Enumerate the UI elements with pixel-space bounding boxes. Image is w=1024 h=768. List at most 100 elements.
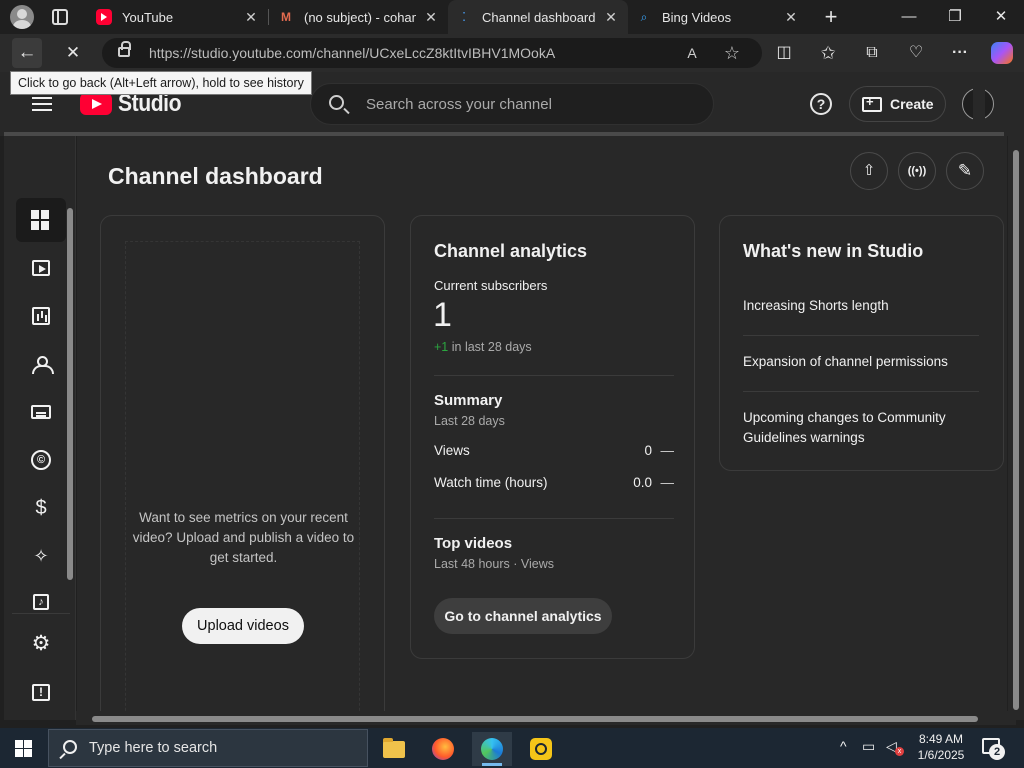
nav-item-content[interactable] — [16, 246, 66, 290]
favorite-star-icon[interactable]: ☆ — [720, 41, 744, 65]
horizontal-scrollbar[interactable] — [92, 716, 978, 722]
tab-youtube[interactable]: YouTube ✕ — [88, 0, 268, 34]
metric-trend: — — [660, 475, 675, 490]
nav-item-feedback[interactable]: ! — [16, 670, 66, 714]
more-menu-icon[interactable]: ··· — [945, 38, 975, 68]
browser-essentials-icon[interactable]: ♡ — [901, 38, 931, 68]
tab-close-icon[interactable]: ✕ — [242, 9, 260, 26]
upload-icon[interactable]: ⇧ — [850, 152, 888, 190]
news-item[interactable]: Upcoming changes to Community Guidelines… — [743, 408, 983, 448]
summary-period: Last 28 days — [434, 414, 505, 428]
tab-close-icon[interactable]: ✕ — [422, 9, 440, 26]
nav-item-analytics[interactable] — [16, 294, 66, 338]
mute-icon: x — [895, 747, 904, 756]
notification-count: 2 — [989, 744, 1005, 760]
card-title: Channel analytics — [434, 241, 588, 261]
tab-gmail[interactable]: M (no subject) - cohamm ✕ — [270, 0, 448, 34]
youtube-favicon-icon — [96, 9, 112, 25]
edge-app[interactable] — [472, 732, 512, 766]
subtitles-icon — [31, 405, 51, 419]
maximize-button[interactable]: ❐ — [932, 0, 978, 34]
taskbar-search-input[interactable]: Type here to search — [89, 740, 217, 756]
divider — [434, 375, 674, 376]
page-scrollbar[interactable] — [1013, 150, 1019, 710]
go-live-icon[interactable]: ((•)) — [898, 152, 936, 190]
show-hidden-icons-icon[interactable]: ^ — [840, 738, 847, 754]
browser-toolbar: ← ✕ https://studio.youtube.com/channel/U… — [0, 34, 1024, 72]
url-text[interactable]: https://studio.youtube.com/channel/UCxeL… — [149, 45, 555, 61]
dashboard-icon — [31, 210, 51, 230]
channel-search[interactable]: Search across your channel — [310, 83, 714, 125]
subscribers-label: Current subscribers — [434, 278, 548, 293]
app-icon — [530, 738, 552, 760]
nav-item-earn[interactable]: $ — [16, 486, 66, 530]
back-tooltip: Click to go back (Alt+Left arrow), hold … — [10, 71, 312, 95]
copyright-icon: © — [31, 450, 51, 470]
close-window-button[interactable]: ✕ — [978, 0, 1024, 34]
tab-close-icon[interactable]: ✕ — [602, 9, 620, 26]
nav-item-dashboard[interactable] — [16, 198, 66, 242]
split-screen-icon[interactable]: ◫ — [769, 38, 799, 68]
favorites-icon[interactable]: ✩ — [813, 38, 843, 68]
lock-icon[interactable] — [118, 41, 131, 57]
taskbar-search[interactable]: Type here to search — [48, 729, 368, 767]
page-title: Channel dashboard — [108, 163, 323, 189]
system-clock[interactable]: 8:49 AM 1/6/2025 — [912, 731, 970, 763]
nav-item-subtitles[interactable] — [16, 390, 66, 434]
browser-tab-strip: YouTube ✕ M (no subject) - cohamm ✕ ⁚ Ch… — [0, 0, 1024, 34]
account-avatar[interactable] — [962, 87, 994, 121]
metric-row-watch-time[interactable]: Watch time (hours) 0.0 — — [434, 475, 674, 495]
windows-start-icon[interactable] — [15, 740, 32, 757]
search-input[interactable]: Search across your channel — [366, 96, 552, 113]
tab-title: Bing Videos — [662, 9, 732, 25]
metric-row-views[interactable]: Views 0 — — [434, 443, 674, 463]
create-post-icon[interactable]: ✎ — [946, 152, 984, 190]
firefox-icon — [432, 738, 454, 760]
stop-loading-button[interactable]: ✕ — [58, 38, 88, 68]
top-videos-period: Last 48 hours · Views — [434, 557, 554, 571]
copilot-icon[interactable] — [991, 42, 1013, 64]
tab-channel-dashboard[interactable]: ⁚ Channel dashboard - Y ✕ — [448, 0, 628, 34]
subscribers-count: 1 — [433, 296, 452, 334]
feedback-icon: ! — [32, 683, 50, 701]
help-icon[interactable]: ? — [810, 93, 832, 115]
news-item[interactable]: Expansion of channel permissions — [743, 352, 983, 372]
upload-message: Want to see metrics on your recent video… — [132, 510, 355, 565]
nav-scrollbar[interactable] — [67, 208, 73, 580]
read-aloud-icon[interactable]: A — [680, 41, 704, 65]
community-icon — [31, 354, 54, 374]
search-icon — [63, 740, 77, 754]
delta-label: in last 28 days — [451, 340, 532, 354]
firefox-app[interactable] — [423, 732, 463, 766]
nav-item-copyright[interactable]: © — [16, 438, 66, 482]
file-explorer-app[interactable] — [374, 732, 414, 766]
nav-item-customization[interactable]: ✧ — [16, 534, 66, 578]
back-button[interactable]: ← — [12, 38, 42, 68]
yellow-app[interactable] — [521, 732, 561, 766]
tab-close-icon[interactable]: ✕ — [782, 9, 800, 26]
new-tab-button[interactable]: + — [818, 4, 844, 30]
top-videos-title: Top videos — [434, 535, 513, 552]
network-icon[interactable]: ▭ — [862, 738, 875, 755]
nav-item-settings[interactable]: ⚙ — [16, 622, 66, 666]
upload-videos-button[interactable]: Upload videos — [182, 608, 304, 644]
go-to-analytics-button[interactable]: Go to channel analytics — [434, 598, 612, 634]
search-icon[interactable] — [329, 95, 344, 110]
nav-item-community[interactable] — [16, 342, 66, 386]
create-button[interactable]: Create — [849, 86, 946, 122]
menu-icon[interactable] — [32, 97, 52, 111]
left-navigation: © $ ✧ ♪ ⚙ ! — [4, 136, 76, 720]
nav-item-audio-library[interactable]: ♪ — [16, 580, 66, 624]
dollar-icon: $ — [35, 497, 47, 519]
collections-icon[interactable]: ⧉ — [857, 38, 887, 68]
address-bar[interactable]: https://studio.youtube.com/channel/UCxeL… — [102, 38, 762, 68]
tab-actions-icon[interactable] — [52, 9, 68, 25]
studio-favicon-icon: ⁚ — [462, 10, 466, 24]
metric-trend: — — [660, 443, 675, 458]
news-item[interactable]: Increasing Shorts length — [743, 296, 983, 316]
minimize-button[interactable]: — — [886, 0, 932, 34]
tab-bing-videos[interactable]: ⌕ Bing Videos ✕ — [628, 0, 808, 34]
profile-avatar-icon[interactable] — [10, 5, 34, 29]
edge-icon — [481, 738, 503, 760]
gear-icon: ⚙ — [31, 632, 51, 655]
